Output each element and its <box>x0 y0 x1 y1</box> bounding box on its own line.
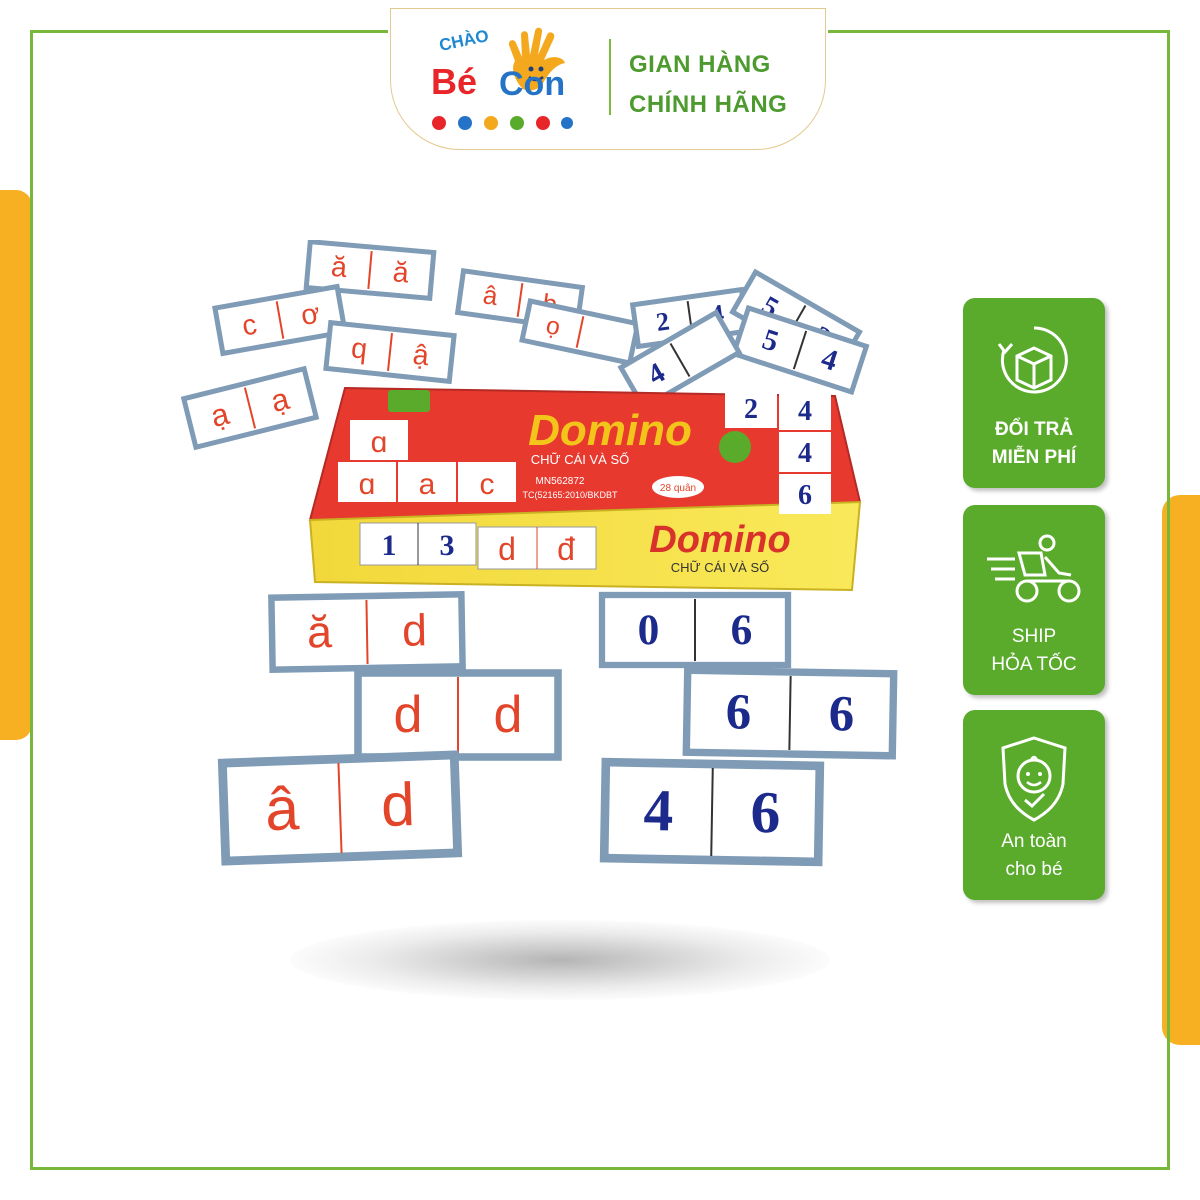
store-header: CHÀO Bé Con GIAN HÀNG CHÍNH HÃNG <box>390 8 826 150</box>
tile-symbol: d <box>494 686 523 744</box>
official-store-line2: CHÍNH HÃNG <box>629 91 788 118</box>
logo-con-text: Con <box>499 65 566 103</box>
left-accent-bar <box>0 190 32 740</box>
back-tile: qậ <box>323 319 457 385</box>
box-title-top: Domino <box>528 406 692 455</box>
front-tile-3: âd <box>217 750 463 866</box>
box-top-letter: ɑ <box>359 468 376 501</box>
box-subtitle-top: CHỮ CÁI VÀ SỐ <box>531 452 630 467</box>
box-top-number: 2 <box>744 394 758 425</box>
badge-safe-for-baby: An toàn cho bé <box>963 710 1105 900</box>
badge-fast-ship-text: SHIP HỎA TỐC <box>963 623 1105 679</box>
back-tile: ọ <box>519 298 641 366</box>
box-front-tiles: 1 3 d đ <box>359 522 597 570</box>
badge-safe-for-baby-line2: cho bé <box>1005 859 1063 880</box>
box-front-tile: 1 <box>382 529 397 562</box>
tile-symbol: 6 <box>731 606 753 654</box>
tile-symbol: d <box>394 686 423 744</box>
badge-free-return-line2: MIỄN PHÍ <box>991 447 1077 468</box>
back-tile: cơ <box>212 283 348 357</box>
badge-free-return: ĐỔI TRẢ MIỄN PHÍ <box>963 298 1105 488</box>
baby-shield-icon <box>1001 736 1067 822</box>
tile-symbol: ă <box>307 608 333 657</box>
back-tile: ạạ <box>180 365 320 451</box>
badge-safe-for-baby-line1: An toàn <box>1001 831 1067 852</box>
front-tile-5: 66 <box>682 666 898 760</box>
box-top-letter: ɑ <box>371 426 388 459</box>
box-top-letter: a <box>419 468 436 501</box>
box-top-number: 6 <box>798 480 812 511</box>
tile-symbol: 4 <box>643 777 674 844</box>
front-tile-6: 46 <box>599 757 825 867</box>
delivery-scooter-icon <box>987 534 1081 603</box>
header-divider <box>609 39 611 115</box>
box-front-tile: d <box>498 531 516 567</box>
front-tile-2: dd <box>354 669 562 761</box>
badge-free-return-text: ĐỔI TRẢ MIỄN PHÍ <box>963 416 1105 472</box>
box-emblem <box>719 431 751 463</box>
badge-free-return-line1: ĐỔI TRẢ <box>994 419 1074 440</box>
badge-fast-ship-line2: HỎA TỐC <box>991 654 1077 675</box>
badge-fast-ship: SHIP HỎA TỐC <box>963 505 1105 695</box>
tile-symbol: â <box>264 774 300 843</box>
box-front-tile: 3 <box>440 529 455 562</box>
tile-symbol: 6 <box>828 685 854 741</box>
tile-symbol: d <box>380 770 416 839</box>
box-meta: TC(52165:2010/BKDBT <box>522 490 618 500</box>
domino-box: ɑ ɑ a c 2 4 4 6 Domino CHỮ CÁI VÀ SỐ MN5… <box>308 386 862 592</box>
brand-logo: CHÀO Bé Con <box>413 26 593 139</box>
box-small-logo <box>388 390 430 412</box>
tile-symbol: ă <box>392 256 411 289</box>
tile-symbol: q <box>350 332 369 365</box>
train-wheels-icon <box>432 116 573 130</box>
logo-be-text: Bé <box>431 61 478 102</box>
official-store-label: GIAN HÀNG CHÍNH HÃNG <box>629 45 787 125</box>
official-store-line1: GIAN HÀNG <box>629 51 771 78</box>
box-return-icon <box>997 326 1068 394</box>
box-front-tile: đ <box>557 531 575 567</box>
box-title-front: Domino <box>649 519 790 561</box>
box-top-letter: c <box>480 468 495 501</box>
box-top-number: 4 <box>798 396 812 427</box>
badge-safe-for-baby-text: An toàn cho bé <box>963 828 1105 884</box>
box-top-number: 4 <box>798 438 812 469</box>
badge-fast-ship-line1: SHIP <box>1011 626 1057 647</box>
box-count: 28 quân <box>660 483 696 494</box>
tile-symbol: ă <box>330 251 349 284</box>
box-code: MN562872 <box>536 476 585 487</box>
tile-symbol: 0 <box>638 606 660 654</box>
domino-product-photo: ăăcơâbqậạạọ2453544 ɑ ɑ a c 2 4 4 6 Domin… <box>180 240 898 867</box>
front-tile-4: 06 <box>598 591 792 669</box>
tile-symbol: d <box>402 606 428 655</box>
tile-symbol: 6 <box>725 683 751 739</box>
box-subtitle-front: CHỮ CÁI VÀ SỐ <box>671 560 770 575</box>
front-domino-tiles: ă dd dâ d0 66 64 6 <box>217 591 898 867</box>
logo-chao-text: CHÀO <box>437 26 491 56</box>
front-tile-1: ăd <box>268 591 466 673</box>
tile-symbol: 6 <box>750 779 781 846</box>
